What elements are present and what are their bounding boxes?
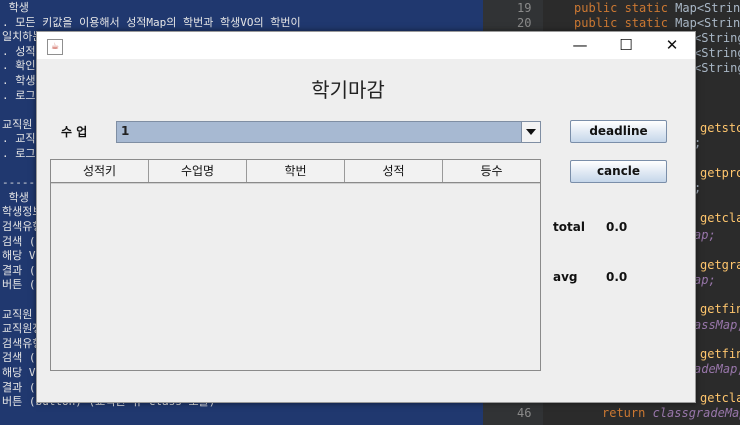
avg-value: 0.0 xyxy=(606,270,628,284)
table-body[interactable] xyxy=(51,183,540,371)
background-text-line: . 로그 xyxy=(2,88,36,102)
dialog-title: 학기마감 xyxy=(311,78,385,102)
code-line: getfin xyxy=(700,347,740,361)
background-text-line: . 교직 xyxy=(2,132,36,146)
background-text-line: 교직원 xyxy=(2,117,33,131)
window-titlebar[interactable]: ☕ — ☐ ✕ xyxy=(37,32,695,59)
line-number: 20 xyxy=(517,16,532,30)
column-header[interactable]: 성적 xyxy=(345,160,443,182)
background-text-line: 교직원 xyxy=(2,307,33,321)
column-header[interactable]: 학번 xyxy=(247,160,345,182)
code-line: <String xyxy=(694,61,740,75)
cancel-button[interactable]: cancle xyxy=(570,160,667,183)
code-line: assMap; xyxy=(694,318,740,332)
column-header[interactable]: 등수 xyxy=(443,160,540,182)
code-line: adeMap; xyxy=(694,362,740,376)
background-text-line: . 성적 xyxy=(2,44,36,58)
class-select[interactable]: 1 xyxy=(116,121,541,143)
semester-close-window: ☕ — ☐ ✕ 학기마감 수 업 1 deadline cancle 성적키 수… xyxy=(36,31,696,403)
line-number: 46 xyxy=(517,406,532,420)
grade-table[interactable]: 성적키 수업명 학번 성적 등수 xyxy=(50,159,541,371)
code-line: getcla xyxy=(700,211,740,225)
code-line: <String xyxy=(694,46,740,60)
code-line: getgra xyxy=(700,258,740,272)
class-label: 수 업 xyxy=(61,125,88,139)
line-number: 19 xyxy=(517,1,532,15)
avg-label: avg xyxy=(553,270,578,284)
background-text-line: 학생 xyxy=(2,1,29,14)
java-cup-icon: ☕ xyxy=(47,39,63,55)
code-line: return classgradeMap xyxy=(602,406,740,420)
column-header[interactable]: 수업명 xyxy=(149,160,247,182)
code-line: getfin xyxy=(700,302,740,316)
minimize-button[interactable]: — xyxy=(557,32,603,59)
code-line: getpro xyxy=(700,166,740,180)
code-line: getsto xyxy=(700,121,740,135)
background-text-line: 학생 xyxy=(2,190,29,204)
background-text-line: . 로그 xyxy=(2,147,36,160)
code-line: public static Map<String xyxy=(574,16,740,30)
table-header: 성적키 수업명 학번 성적 등수 xyxy=(51,160,540,183)
deadline-button[interactable]: deadline xyxy=(570,120,667,143)
maximize-button[interactable]: ☐ xyxy=(603,32,649,59)
chevron-down-icon[interactable] xyxy=(521,122,540,142)
code-line: <String xyxy=(694,31,740,45)
code-line: ap; xyxy=(694,228,716,242)
code-line: public static Map<String xyxy=(574,1,740,15)
code-line: getcla xyxy=(700,391,740,405)
total-label: total xyxy=(553,220,585,234)
code-line: ap; xyxy=(694,273,716,287)
class-select-value: 1 xyxy=(121,124,130,138)
column-header[interactable]: 성적키 xyxy=(51,160,149,182)
background-text-line: . 모든 키값을 이용해서 성적Map의 학번과 학생VO의 학번이 xyxy=(2,15,301,29)
total-value: 0.0 xyxy=(606,220,628,234)
close-button[interactable]: ✕ xyxy=(649,32,695,59)
background-text-line: . 학생 xyxy=(2,74,36,87)
background-text-line: . 확인 xyxy=(2,59,36,73)
